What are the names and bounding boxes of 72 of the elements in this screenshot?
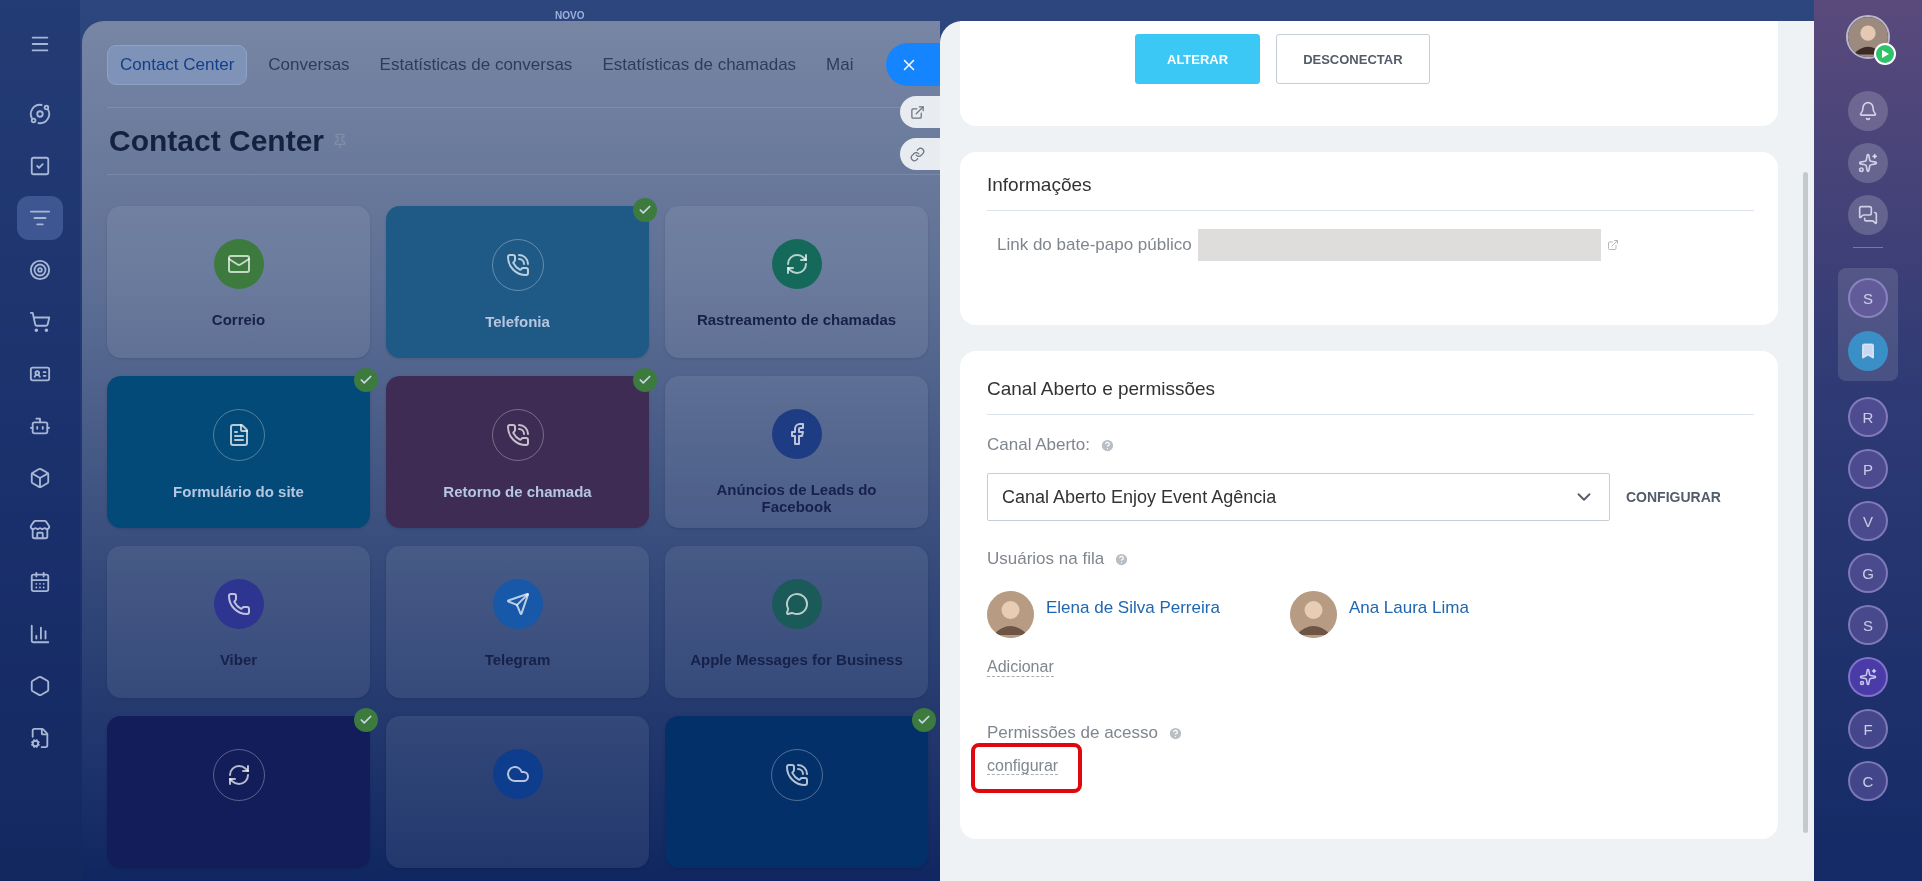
tab[interactable]: Mai — [817, 45, 863, 85]
chat-avatar[interactable]: P — [1848, 449, 1888, 489]
section-title: Canal Aberto e permissões — [987, 378, 1217, 401]
add-link[interactable]: Adicionar — [987, 658, 1054, 677]
checkbox-icon — [29, 155, 51, 177]
check-badge-icon — [633, 198, 657, 222]
chat-icon[interactable] — [1848, 195, 1888, 235]
orbit-icon — [29, 103, 51, 125]
cube-icon — [29, 467, 51, 489]
channel-tile[interactable] — [386, 716, 649, 868]
tile-label: Correio — [211, 311, 266, 328]
chat-avatar[interactable]: V — [1848, 501, 1888, 541]
channel-tile[interactable]: Formulário do site — [107, 376, 370, 528]
avatar — [987, 591, 1034, 638]
user-link[interactable]: Elena de Silva Perreira — [1046, 597, 1220, 618]
disconnect-button[interactable]: DESCONECTAR — [1276, 34, 1430, 84]
field-label: Link do bate-papo público — [997, 235, 1192, 255]
configure-button[interactable]: CONFIGURAR — [1626, 489, 1721, 505]
bell-icon[interactable] — [1848, 91, 1888, 131]
channel-select[interactable]: Canal Aberto Enjoy Event Agência — [987, 473, 1610, 521]
bookmark-icon[interactable] — [1848, 331, 1888, 371]
field-label: Canal Aberto: — [987, 435, 1090, 455]
chat-avatar[interactable]: G — [1848, 553, 1888, 593]
channel-tile[interactable] — [107, 716, 370, 868]
channel-tile[interactable]: Anúncios de Leads do Facebook — [665, 376, 928, 528]
check-badge-icon — [912, 708, 936, 732]
check-badge-icon — [633, 368, 657, 392]
user-link[interactable]: Ana Laura Lima — [1348, 597, 1469, 618]
new-label: NOVO — [555, 10, 585, 21]
tile-label: Retorno de chamada — [443, 483, 592, 500]
store-icon — [29, 519, 51, 541]
field-label: Usuários na fila — [987, 549, 1105, 569]
nav-item[interactable] — [17, 196, 63, 240]
tile-label: Rastreamento de chamadas — [696, 311, 897, 328]
tab[interactable]: Estatísticas de chamadas — [593, 45, 806, 85]
sparkle-icon[interactable] — [1848, 657, 1888, 697]
channel-tile[interactable]: Telefonia — [386, 206, 649, 358]
configure-link[interactable]: configurar — [987, 757, 1059, 775]
tile-label: Formulário do site — [173, 483, 304, 500]
channel-tile[interactable]: Rastreamento de chamadas — [665, 206, 928, 358]
hexagon-icon — [29, 675, 51, 697]
chat-avatar[interactable]: S — [1848, 605, 1888, 645]
external-link-icon — [910, 104, 925, 120]
avatar — [1289, 591, 1337, 638]
tile-label: Anúncios de Leads do Facebook — [715, 481, 878, 515]
copy-link-button[interactable] — [900, 138, 940, 170]
link-icon — [910, 146, 925, 162]
scrollbar[interactable] — [1803, 172, 1808, 833]
sparkle-icon[interactable] — [1848, 143, 1888, 183]
document-gear-icon — [29, 727, 51, 749]
tab[interactable]: Conversas — [259, 45, 359, 85]
channel-tile[interactable]: Retorno de chamada — [386, 376, 649, 528]
section-title: Informações — [987, 174, 1093, 197]
chat-avatar[interactable]: C — [1848, 761, 1888, 801]
robot-icon — [29, 415, 51, 437]
chat-avatar[interactable]: R — [1848, 397, 1888, 437]
cart-icon — [29, 311, 51, 333]
tab[interactable]: Contact Center — [107, 45, 248, 85]
check-badge-icon — [354, 368, 378, 392]
chat-avatar[interactable]: S — [1848, 278, 1888, 318]
open-external-button[interactable] — [900, 96, 940, 128]
target-icon — [29, 259, 51, 281]
tab[interactable]: Estatísticas de conversas — [370, 45, 582, 85]
bar-chart-icon — [29, 623, 51, 645]
check-badge-icon — [354, 708, 378, 732]
field-label: Permissões de acesso — [987, 723, 1159, 743]
channel-tile[interactable]: Correio — [107, 206, 370, 358]
chat-avatar[interactable]: F — [1848, 709, 1888, 749]
calendar-icon — [29, 571, 51, 593]
channel-tile[interactable] — [665, 716, 928, 868]
page-title: Contact Center — [109, 124, 325, 158]
tile-label: Telefonia — [485, 313, 550, 330]
